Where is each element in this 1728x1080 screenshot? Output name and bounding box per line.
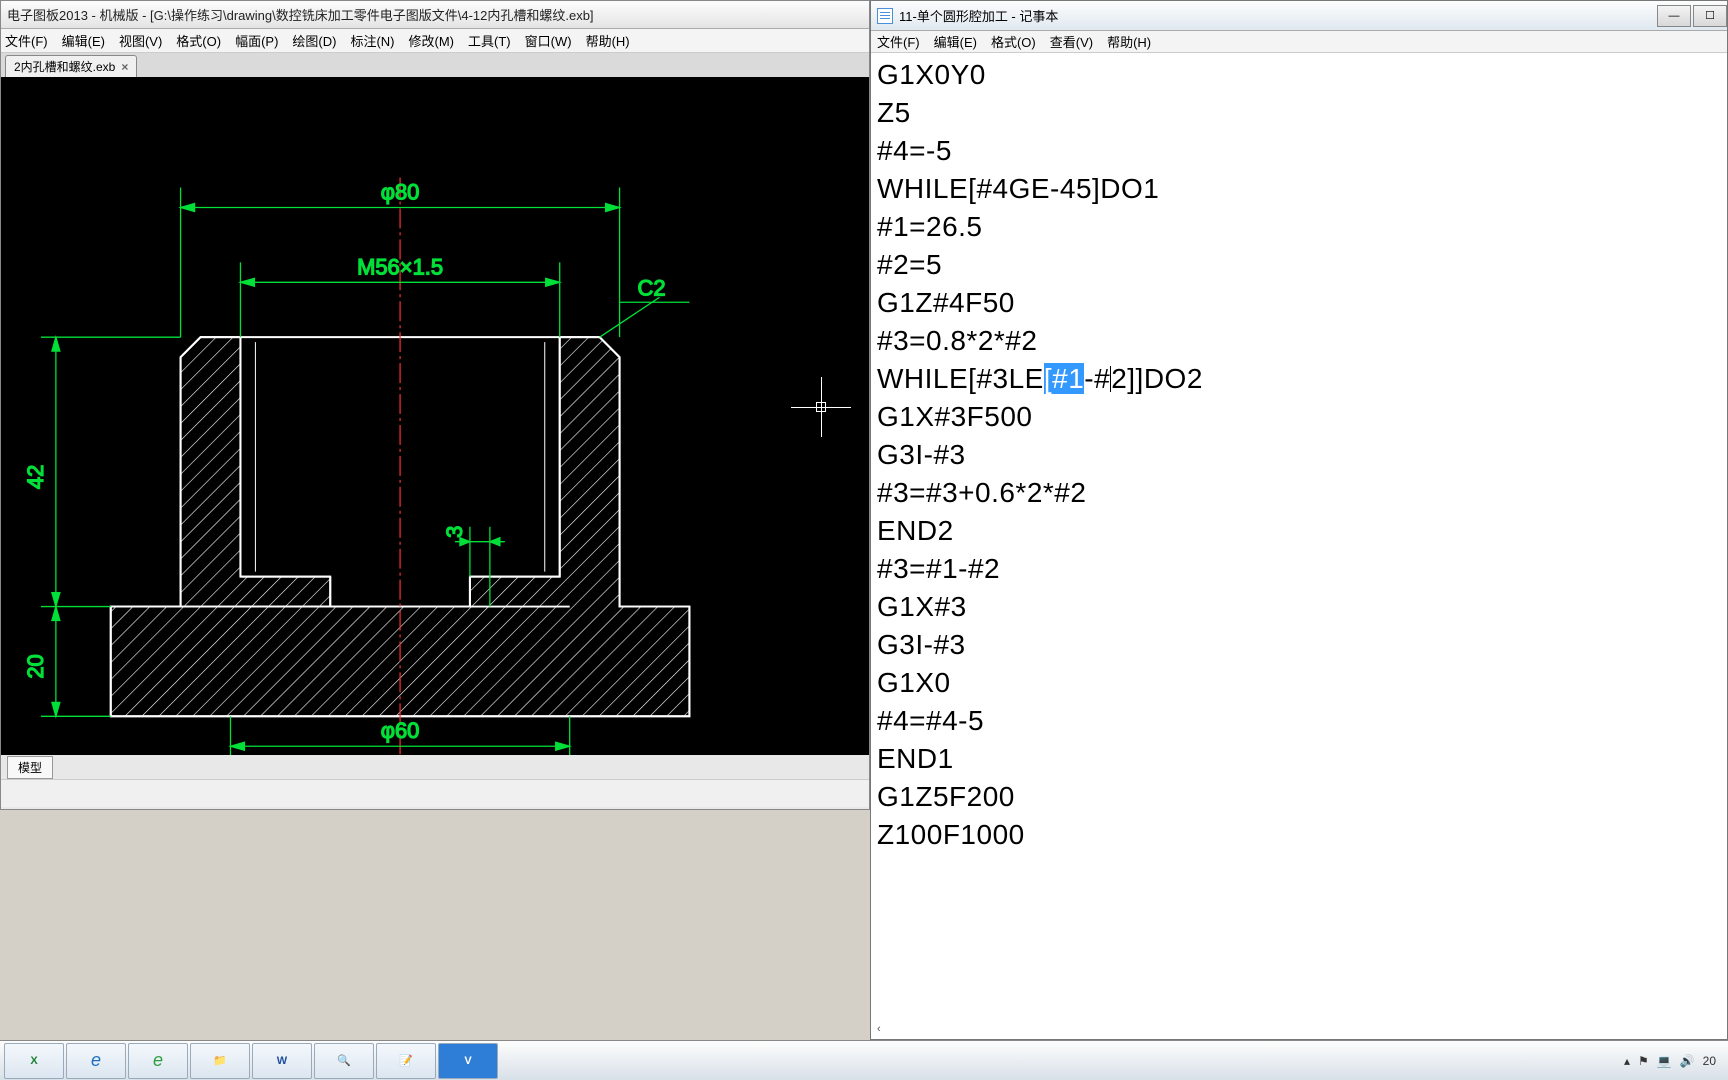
dim-d80: φ80	[381, 179, 420, 204]
notepad-text-area[interactable]: G1X0Y0 Z5 #4=-5 WHILE[#4GE-45]DO1 #1=26.…	[871, 53, 1727, 859]
tray-network-icon[interactable]: 💻	[1657, 1054, 1672, 1068]
cad-menu-view[interactable]: 视图(V)	[119, 31, 162, 50]
cad-menu-dim[interactable]: 标注(N)	[350, 31, 394, 50]
taskbar-app-explorer[interactable]: 📁	[190, 1043, 250, 1079]
cad-titlebar[interactable]: 电子图板2013 - 机械版 - [G:\操作练习\drawing\数控铣床加工…	[1, 1, 869, 29]
np-menu-view[interactable]: 查看(V)	[1050, 32, 1093, 51]
maximize-button[interactable]: ☐	[1693, 5, 1727, 27]
cad-menu-edit[interactable]: 编辑(E)	[62, 31, 105, 50]
tray-flag-icon[interactable]: ⚑	[1638, 1054, 1649, 1068]
cad-statusbar	[1, 779, 869, 807]
taskbar-app-v[interactable]: V	[438, 1043, 498, 1079]
cad-window: 电子图板2013 - 机械版 - [G:\操作练习\drawing\数控铣床加工…	[0, 0, 870, 810]
taskbar[interactable]: X e e 📁 W 🔍 📝 V ▴ ⚑ 💻 🔊 20	[0, 1040, 1728, 1080]
dim-d60: φ60	[381, 718, 420, 743]
cad-menu-sheet[interactable]: 幅面(P)	[235, 31, 278, 50]
cad-title-text: 电子图板2013 - 机械版 - [G:\操作练习\drawing\数控铣床加工…	[7, 5, 594, 24]
tray-clock[interactable]: 20	[1703, 1054, 1716, 1068]
tray-up-icon[interactable]: ▴	[1624, 1054, 1630, 1068]
np-menu-edit[interactable]: 编辑(E)	[934, 32, 977, 51]
cad-menu-modify[interactable]: 修改(M)	[409, 31, 455, 50]
code-text-mid: -#	[1084, 363, 1110, 394]
tray-volume-icon[interactable]: 🔊	[1680, 1054, 1695, 1068]
np-menu-format[interactable]: 格式(O)	[991, 32, 1036, 51]
taskbar-app-word[interactable]: W	[252, 1043, 312, 1079]
dim-m56: M56×1.5	[357, 254, 443, 279]
cad-menu-tools[interactable]: 工具(T)	[468, 31, 511, 50]
cad-canvas[interactable]: φ80 M56×1.5 C2	[1, 77, 869, 755]
close-icon[interactable]: ×	[121, 60, 128, 74]
cad-menu-help[interactable]: 帮助(H)	[586, 31, 630, 50]
minimize-button[interactable]: —	[1657, 5, 1691, 27]
cad-model-tab[interactable]: 模型	[7, 756, 53, 779]
cad-model-tabs: 模型	[1, 755, 869, 779]
cad-menu-draw[interactable]: 绘图(D)	[292, 31, 336, 50]
notepad-titlebar[interactable]: 11-单个圆形腔加工 - 记事本 — ☐	[871, 1, 1727, 31]
taskbar-app-notepad[interactable]: 📝	[376, 1043, 436, 1079]
taskbar-app-ie[interactable]: e	[66, 1043, 126, 1079]
cad-menu-window[interactable]: 窗口(W)	[525, 31, 572, 50]
taskbar-app-excel[interactable]: X	[4, 1043, 64, 1079]
dim-h42: 42	[23, 465, 48, 489]
np-menu-file[interactable]: 文件(F)	[877, 32, 920, 51]
taskbar-apps: X e e 📁 W 🔍 📝 V	[4, 1043, 498, 1079]
dim-r3: 3	[442, 526, 467, 538]
system-tray[interactable]: ▴ ⚑ 💻 🔊 20	[1624, 1054, 1724, 1068]
cad-menu-format[interactable]: 格式(O)	[176, 31, 221, 50]
notepad-menubar[interactable]: 文件(F) 编辑(E) 格式(O) 查看(V) 帮助(H)	[871, 31, 1727, 53]
notepad-icon	[877, 8, 893, 24]
taskbar-app-browser[interactable]: e	[128, 1043, 188, 1079]
cad-doc-tab[interactable]: 2内孔槽和螺纹.exb ×	[5, 55, 137, 77]
notepad-window: 11-单个圆形腔加工 - 记事本 — ☐ 文件(F) 编辑(E) 格式(O) 查…	[870, 0, 1728, 1040]
cad-doc-tab-label: 2内孔槽和螺纹.exb	[14, 58, 115, 75]
notepad-title-text: 11-单个圆形腔加工 - 记事本	[899, 6, 1058, 25]
cad-document-tabs: 2内孔槽和螺纹.exb ×	[1, 53, 869, 77]
np-menu-help[interactable]: 帮助(H)	[1107, 32, 1151, 51]
taskbar-app-viewer[interactable]: 🔍	[314, 1043, 374, 1079]
scroll-left-indicator: ‹	[877, 1023, 881, 1035]
dim-c2: C2	[638, 275, 666, 300]
code-text-before: G1X0Y0 Z5 #4=-5 WHILE[#4GE-45]DO1 #1=26.…	[877, 59, 1159, 394]
text-caret	[1110, 366, 1111, 392]
code-text-restline: 2]]DO2	[1111, 363, 1203, 394]
selected-text: [#1	[1044, 363, 1084, 394]
dim-h20: 20	[23, 654, 48, 678]
cad-menubar[interactable]: 文件(F) 编辑(E) 视图(V) 格式(O) 幅面(P) 绘图(D) 标注(N…	[1, 29, 869, 53]
cad-menu-file[interactable]: 文件(F)	[5, 31, 48, 50]
code-text-after: G1X#3F500 G3I-#3 #3=#3+0.6*2*#2 END2 #3=…	[877, 401, 1086, 850]
